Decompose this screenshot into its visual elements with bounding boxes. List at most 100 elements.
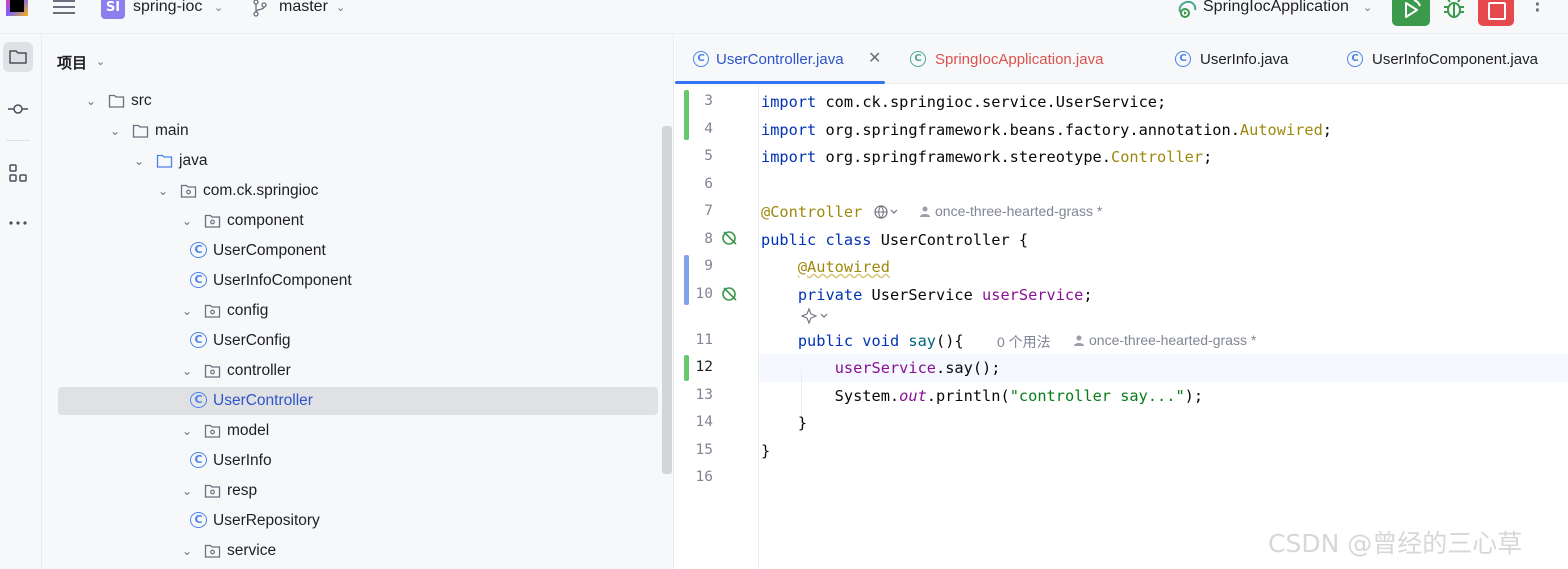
java-class-icon: C [190,512,207,528]
project-badge[interactable]: SI [101,0,125,19]
tree-item-folder[interactable]: ⌄ resp [58,477,658,505]
project-panel-header: 项目 ⌄ [42,34,673,84]
branch-name[interactable]: master [279,0,328,16]
code-line-4[interactable]: import org.springframework.beans.factory… [761,121,1332,139]
tree-item-class[interactable]: C UserInfoComponent [58,267,658,295]
commit-tool-button[interactable] [3,94,33,124]
author-inlay-hint[interactable]: once-three-hearted-grass * [919,203,1102,219]
tree-item-label: model [227,422,270,439]
tree-item-label: UserInfoComponent [213,272,352,289]
code-line-9[interactable]: @Autowired [761,258,890,276]
tree-item-folder[interactable]: ⌄ model [58,417,658,445]
tree-item-class[interactable]: C UserInfo [58,447,658,475]
chevron-down-icon[interactable]: ⌄ [84,87,98,115]
line-number: 16 [695,469,713,485]
code-editor[interactable]: 3 4 5 6 7 8 9 10 11 12 13 14 15 16 impor… [675,85,1568,569]
package-icon [204,544,221,558]
code-line-5[interactable]: import org.springframework.stereotype.Co… [761,148,1212,166]
chevron-down-icon[interactable]: ⌄ [156,177,170,205]
gutter-divider [758,85,759,569]
line-number: 10 [695,286,713,302]
tree-item-class[interactable]: C UserConfig [58,327,658,355]
debug-bug-icon[interactable] [1442,0,1466,22]
tab-userinfocomponent[interactable]: C UserInfoComponent.java [1347,34,1567,84]
tree-item-folder[interactable]: ⌄ config [58,297,658,325]
code-line-12[interactable]: userService.say(); [761,359,1001,377]
tab-springiocapplication[interactable]: C SpringIocApplication.java [907,34,1147,84]
tree-item-folder[interactable]: ⌄ src [58,87,658,115]
code-line-15[interactable]: } [761,442,770,460]
code-line-7[interactable]: @Controller [761,203,862,221]
java-class-icon: C [190,242,207,258]
folder-icon [156,154,173,168]
git-branch-icon[interactable] [252,0,268,17]
spring-autowired-gutter-icon[interactable] [721,285,739,303]
spring-run-config-icon[interactable] [1176,0,1200,20]
tree-item-folder[interactable]: ⌄ component [58,207,658,235]
tree-item-folder[interactable]: ⌄ controller [58,357,658,385]
project-tool-button[interactable] [3,42,33,72]
more-horizontal-icon [9,221,27,225]
chevron-down-icon[interactable]: ⌄ [132,147,146,175]
globe-endpoints-icon[interactable] [873,203,903,221]
chevron-down-icon[interactable]: ⌄ [180,207,194,235]
run-config-name[interactable]: SpringIocApplication [1203,0,1349,16]
folder-icon [132,124,149,138]
line-number: 3 [704,93,713,109]
tree-item-folder[interactable]: ⌄ service [58,537,658,565]
tab-userinfo[interactable]: C UserInfo.java [1175,34,1335,84]
tree-item-label: UserRepository [213,512,320,529]
code-line-14[interactable]: } [761,414,807,432]
project-panel-title[interactable]: 项目 [57,52,87,73]
chevron-down-icon[interactable]: ⌄ [180,297,194,325]
project-scrollbar[interactable] [662,126,672,474]
project-panel: 项目 ⌄ ⌄ src ⌄ main ⌄ java ⌄ com.ck.springioc ⌄ com… [42,34,674,569]
chevron-down-icon[interactable]: ⌄ [336,1,345,14]
chevron-down-icon[interactable]: ⌄ [1363,1,1372,14]
package-icon [180,184,197,198]
tree-item-class[interactable]: C UserController [58,387,658,415]
chevron-down-icon[interactable]: ⌄ [180,357,194,385]
tree-item-folder[interactable]: ⌄ com.ck.springioc [58,177,658,205]
close-icon[interactable]: ✕ [868,48,881,68]
structure-tool-button[interactable] [3,158,33,188]
tree-item-class[interactable]: C UserComponent [58,237,658,265]
tab-usercontroller[interactable]: C UserController.java ✕ [675,34,889,84]
hamburger-menu-icon[interactable] [53,0,75,18]
tree-item-folder[interactable]: ⌄ main [58,117,658,145]
folder-icon [9,50,27,64]
chevron-down-icon[interactable]: ⌄ [96,55,105,68]
tree-item-class[interactable]: C UserRepository [58,507,658,535]
package-icon [204,484,221,498]
tab-label: SpringIocApplication.java [935,51,1104,68]
line-number: 12 [695,359,713,375]
code-line-8[interactable]: public class UserController { [761,231,1028,249]
tree-item-label: service [227,542,277,559]
spring-class-icon: C [910,51,926,67]
chevron-down-icon[interactable]: ⌄ [180,417,194,445]
code-line-13[interactable]: System.out.println("controller say..."); [761,387,1203,405]
line-number: 7 [704,203,713,219]
java-class-icon: C [190,272,207,288]
stop-button[interactable] [1478,0,1514,26]
spring-bean-gutter-icon[interactable] [721,229,739,247]
intellij-logo-icon[interactable] [6,0,28,16]
more-tools-button[interactable] [3,208,33,238]
package-icon [204,214,221,228]
project-name[interactable]: spring-ioc [133,0,202,16]
usages-inlay-hint[interactable]: 0 个用法 [997,332,1051,352]
author-inlay-hint[interactable]: once-three-hearted-grass * [1073,332,1256,348]
tree-item-folder[interactable]: ⌄ java [58,147,658,175]
tab-label: UserInfoComponent.java [1372,51,1538,68]
code-line-10[interactable]: private UserService userService; [761,286,1093,304]
ai-assistant-icon[interactable] [801,307,833,325]
code-line-11[interactable]: public void say(){ [761,332,964,350]
chevron-down-icon[interactable]: ⌄ [180,537,194,565]
chevron-down-icon[interactable]: ⌄ [214,1,223,14]
more-actions-icon[interactable]: ··· [1530,0,1546,21]
rerun-button[interactable] [1392,0,1430,26]
chevron-down-icon[interactable]: ⌄ [108,117,122,145]
tree-item-label: UserConfig [213,332,291,349]
code-line-3[interactable]: import com.ck.springioc.service.UserServ… [761,93,1166,111]
chevron-down-icon[interactable]: ⌄ [180,477,194,505]
